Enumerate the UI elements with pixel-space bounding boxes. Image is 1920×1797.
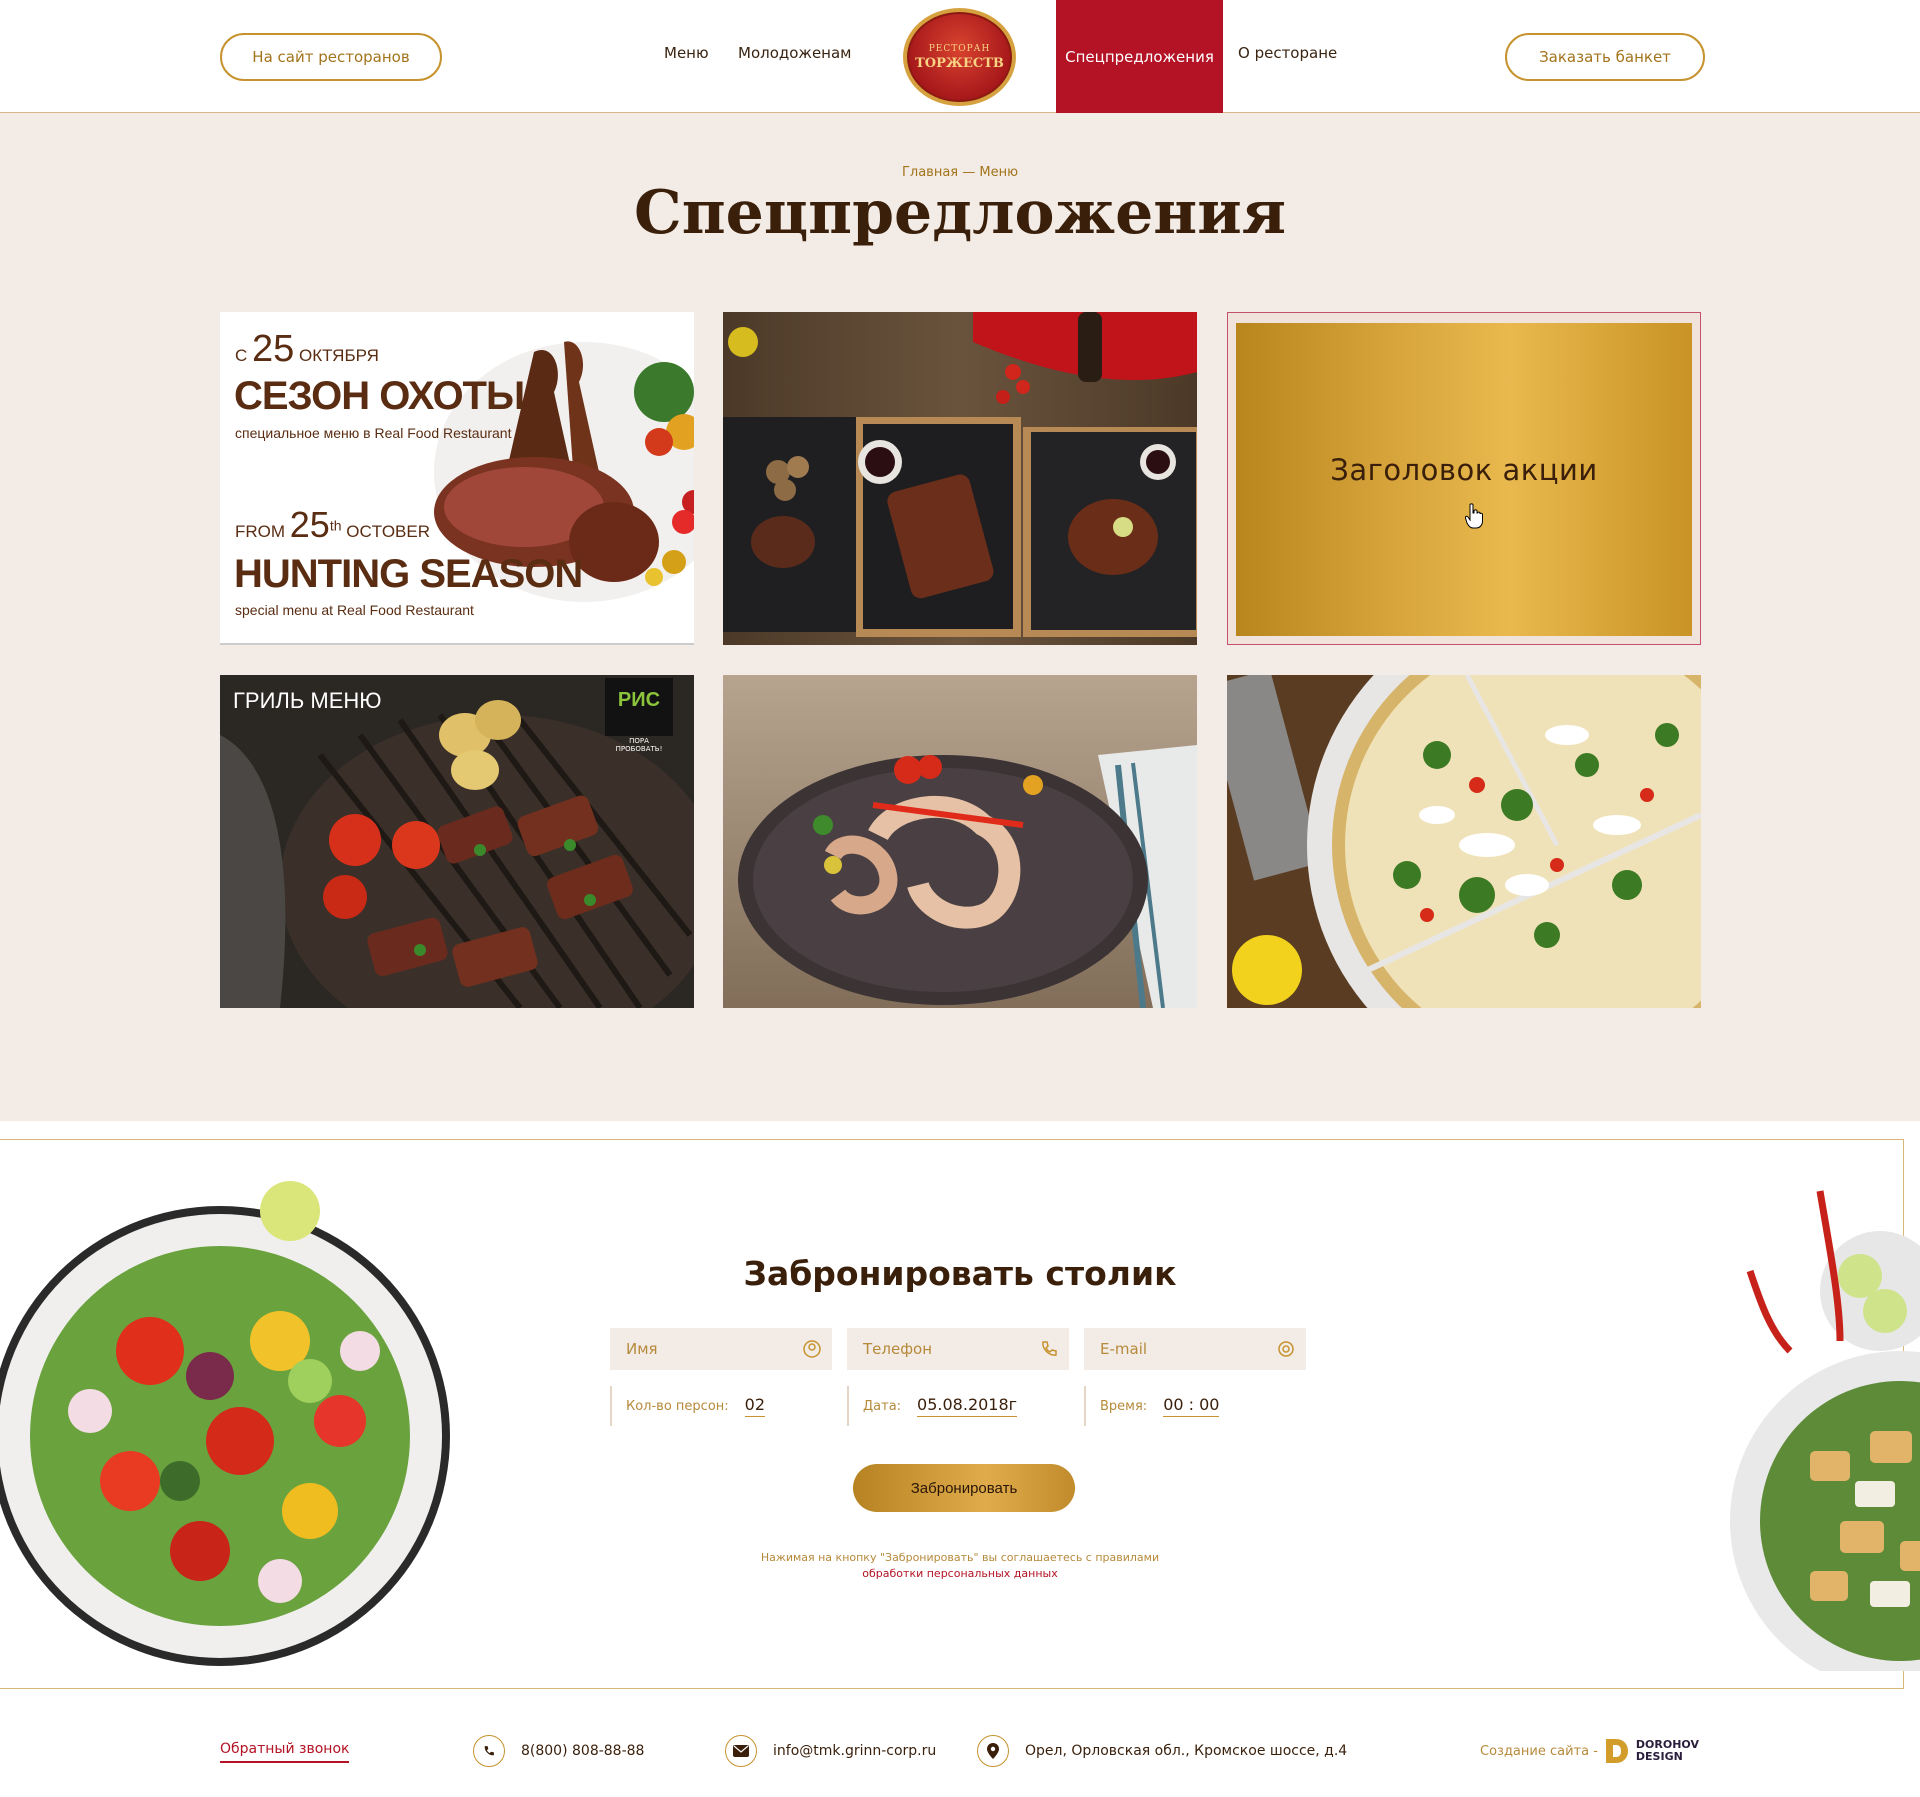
date-value[interactable]: 05.08.2018г [917,1395,1018,1417]
ru-date: С 25 ОКТЯБРЯ [235,328,379,370]
name-input[interactable]: Имя [610,1328,832,1370]
site-header: На сайт ресторанов Меню Молодоженам РЕСТ… [0,0,1920,113]
time-field[interactable]: Время: 00 : 00 [1084,1386,1220,1426]
callback-link[interactable]: Обратный звонок [220,1741,350,1763]
credit-text: Создание сайта - [1480,1743,1598,1759]
at-icon [1278,1341,1294,1357]
dorohov-logo-icon [1605,1739,1628,1763]
promo-overlay[interactable]: Заголовок акции [1236,323,1692,636]
caesar-salad-image [1730,1190,1920,1671]
persons-label: Кол-во персон: [626,1398,729,1414]
date-label: Дата: [863,1398,902,1414]
name-placeholder: Имя [626,1340,658,1358]
octopus-plate-image [723,675,1197,1008]
logo-line1: РЕСТОРАН [928,43,991,54]
date-field[interactable]: Дата: 05.08.2018г [847,1386,1018,1426]
en-subtitle: special menu at Real Food Restaurant [235,602,474,618]
grill-title: ГРИЛЬ МЕНЮ [233,688,382,713]
order-banquet-button[interactable]: Заказать банкет [1505,33,1705,81]
book-button[interactable]: Забронировать [853,1464,1075,1512]
restaurant-logo[interactable]: РЕСТОРАН ТОРЖЕСТВ [903,8,1016,106]
footer-email[interactable]: info@tmk.grinn-corp.ru [725,1735,936,1767]
pizza-image [1227,675,1701,1008]
promo-card-hunting-season[interactable]: С 25 ОКТЯБРЯ СЕЗОН ОХОТЫ специальное мен… [220,312,694,645]
time-label: Время: [1100,1398,1148,1414]
persons-value[interactable]: 02 [744,1395,766,1417]
site-footer: Обратный звонок 8(800) 808-88-88 info@tm… [0,1709,1920,1797]
booking-title: Забронировать столик [743,1254,1177,1293]
booking-section: Забронировать столик Имя Телефон E-mail … [0,1121,1920,1709]
nav-about[interactable]: О ресторане [1238,44,1337,62]
promo-title: Заголовок акции [1330,452,1598,487]
privacy-policy-link[interactable]: обработки персональных данных [0,1566,1920,1582]
page-title: Спецпредложения [633,178,1287,248]
credit-name: DOROHOV DESIGN [1636,1739,1699,1763]
email-placeholder: E-mail [1100,1340,1148,1358]
logo-line2: ТОРЖЕСТВ [915,55,1004,71]
phone-icon [1042,1341,1057,1356]
nav-special-offers[interactable]: Спецпредложения [1056,0,1223,113]
hand-cursor-icon [1465,503,1483,529]
time-value[interactable]: 00 : 00 [1163,1395,1220,1417]
address-text: Орел, Орловская обл., Кромское шоссе, д.… [1025,1743,1348,1759]
restaurants-site-button[interactable]: На сайт ресторанов [220,33,442,81]
en-date: FROM 25th OCTOBER [235,504,431,545]
steaks-image [723,312,1197,645]
footer-address[interactable]: Орел, Орловская обл., Кромское шоссе, д.… [977,1735,1347,1767]
persons-field[interactable]: Кол-во персон: 02 [610,1386,766,1426]
promo-card-octopus[interactable] [723,675,1197,1008]
mail-icon [725,1735,757,1767]
phone-text: 8(800) 808-88-88 [521,1743,645,1759]
site-credit[interactable]: Создание сайта - DOROHOV DESIGN [1480,1737,1699,1765]
promo-card-pizza[interactable] [1227,675,1701,1008]
user-icon [803,1340,821,1358]
location-pin-icon [977,1735,1009,1767]
consent-note: Нажимая на кнопку "Забронировать" вы сог… [0,1550,1920,1582]
ris-badge: РИС [617,689,661,711]
email-input[interactable]: E-mail [1084,1328,1306,1370]
grill-menu-image [220,675,694,1008]
consent-text: Нажимая на кнопку "Забронировать" вы сог… [760,1551,1160,1564]
promo-card-grill-menu[interactable]: ГРИЛЬ МЕНЮ РИС ПОРА ПРОБОВАТЬ! [220,675,694,1008]
phone-placeholder: Телефон [863,1340,933,1358]
email-text: info@tmk.grinn-corp.ru [773,1743,937,1759]
nav-newlyweds[interactable]: Молодоженам [738,44,852,62]
ris-tagline: ПОРА ПРОБОВАТЬ! [615,737,663,753]
promo-card-hover[interactable]: Заголовок акции [1227,312,1701,645]
en-title: HUNTING SEASON [234,552,583,596]
promo-card-steaks[interactable] [723,312,1197,645]
footer-phone[interactable]: 8(800) 808-88-88 [473,1735,644,1767]
phone-input[interactable]: Телефон [847,1328,1069,1370]
ru-title: СЕЗОН ОХОТЫ [234,374,525,418]
ru-subtitle: специальное меню в Real Food Restaurant [235,425,512,441]
phone-icon [473,1735,505,1767]
credit-name-line2: DESIGN [1635,1750,1683,1763]
nav-menu[interactable]: Меню [664,44,709,62]
